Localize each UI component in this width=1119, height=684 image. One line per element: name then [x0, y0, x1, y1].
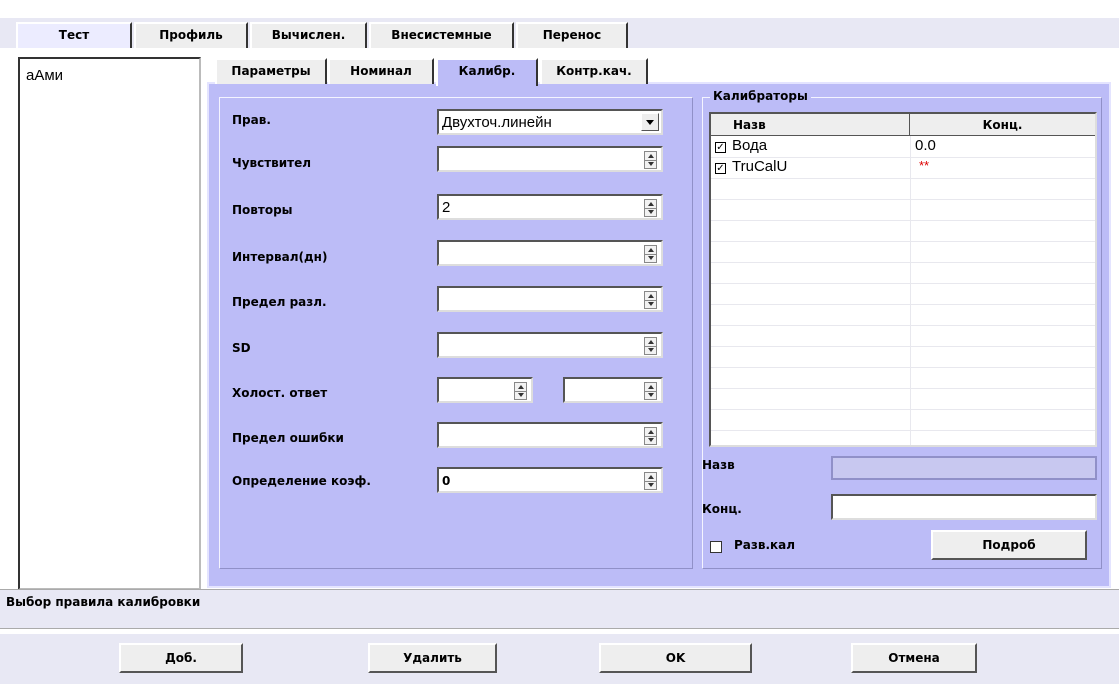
- rule-label: Прав.: [232, 113, 271, 127]
- sensitivity-field[interactable]: [437, 146, 663, 172]
- grid-line: [711, 367, 1095, 368]
- error-limit-label: Предел ошибки: [232, 431, 344, 445]
- rule-select[interactable]: Двухточ.линейн: [437, 109, 663, 135]
- spinner-icon[interactable]: [644, 151, 657, 169]
- checkbox-checked-icon[interactable]: ✓: [715, 163, 726, 174]
- expand-calibrator-label: Разв.кал: [734, 538, 796, 552]
- grid-line: [711, 346, 1095, 347]
- tab-test[interactable]: Тест: [16, 22, 132, 48]
- delete-button[interactable]: Удалить: [368, 643, 497, 673]
- grid-line: [711, 178, 1095, 179]
- details-button[interactable]: Подроб: [931, 530, 1087, 560]
- spinner-icon[interactable]: [644, 291, 657, 309]
- spinner-icon[interactable]: [644, 382, 657, 400]
- coef-value: 0: [442, 474, 451, 488]
- calibrator-conc: 0.0: [915, 137, 936, 154]
- spinner-icon[interactable]: [644, 245, 657, 263]
- calibrator-name: Вода: [732, 137, 768, 154]
- expand-calibrator-checkbox[interactable]: [710, 541, 722, 553]
- spinner-icon[interactable]: [644, 337, 657, 355]
- grid-line: [711, 304, 1095, 305]
- grid-line: [711, 388, 1095, 389]
- repeats-label: Повторы: [232, 203, 293, 217]
- grid-line: [711, 241, 1095, 242]
- calibrator-name-label: Назв: [702, 458, 735, 472]
- diff-limit-field[interactable]: [437, 286, 663, 312]
- tab-nominal[interactable]: Номинал: [328, 58, 434, 84]
- checkbox-checked-icon[interactable]: ✓: [715, 142, 726, 153]
- spinner-icon[interactable]: [514, 382, 527, 400]
- tab-transfer[interactable]: Перенос: [516, 22, 628, 48]
- interval-field[interactable]: [437, 240, 663, 266]
- grid-line: [711, 430, 1095, 431]
- status-text: Выбор правила калибровки: [6, 595, 201, 609]
- grid-line: [711, 220, 1095, 221]
- tab-external[interactable]: Внесистемные: [369, 22, 514, 48]
- spinner-icon[interactable]: [644, 427, 657, 445]
- interval-label: Интервал(дн): [232, 250, 328, 264]
- error-limit-field[interactable]: [437, 422, 663, 448]
- column-header-conc[interactable]: Конц.: [910, 114, 1095, 136]
- sd-label: SD: [232, 341, 251, 355]
- calibrators-table[interactable]: Назв Конц. ✓ Вода 0.0 ✓ TruCalU **: [709, 112, 1097, 447]
- calibrators-title: Калибраторы: [710, 89, 811, 103]
- spinner-icon[interactable]: [644, 199, 657, 217]
- calibrator-name: TruCalU: [732, 158, 788, 175]
- tab-profile[interactable]: Профиль: [134, 22, 248, 48]
- list-item[interactable]: аАми: [26, 67, 63, 84]
- test-list[interactable]: аАми: [18, 57, 201, 590]
- repeats-field[interactable]: 2: [437, 194, 663, 220]
- blank-field-1[interactable]: [437, 377, 533, 403]
- calibrator-conc-field[interactable]: [831, 494, 1097, 520]
- sd-field[interactable]: [437, 332, 663, 358]
- tab-quality-control[interactable]: Контр.кач.: [540, 58, 648, 84]
- diff-limit-label: Предел разл.: [232, 295, 327, 309]
- chevron-down-icon[interactable]: [641, 113, 659, 131]
- coef-label: Определение коэф.: [232, 474, 371, 488]
- calibrator-conc-label: Конц.: [702, 502, 742, 516]
- status-bar: Выбор правила калибровки: [0, 589, 1119, 629]
- rule-select-value: Двухточ.линейн: [442, 114, 552, 131]
- grid-line: [711, 409, 1095, 410]
- sensitivity-label: Чувствител: [232, 156, 312, 170]
- grid-line: [711, 262, 1095, 263]
- add-button[interactable]: Доб.: [119, 643, 243, 673]
- column-header-name[interactable]: Назв: [711, 114, 910, 136]
- grid-line: [711, 199, 1095, 200]
- ok-button[interactable]: OK: [599, 643, 752, 673]
- grid-line: [711, 283, 1095, 284]
- tab-parameters[interactable]: Параметры: [215, 58, 327, 84]
- cancel-button[interactable]: Отмена: [851, 643, 977, 673]
- blank-label: Холост. ответ: [232, 386, 328, 400]
- repeats-value: 2: [442, 199, 451, 216]
- tab-calculation[interactable]: Вычислен.: [250, 22, 367, 48]
- coef-field[interactable]: 0: [437, 467, 663, 493]
- calibrator-name-field[interactable]: [831, 456, 1097, 480]
- calibrator-conc: **: [919, 158, 930, 173]
- grid-line: [711, 325, 1095, 326]
- spinner-icon[interactable]: [644, 472, 657, 490]
- tab-calibration[interactable]: Калибр.: [436, 58, 538, 86]
- blank-field-2[interactable]: [563, 377, 663, 403]
- grid-divider: [910, 136, 911, 445]
